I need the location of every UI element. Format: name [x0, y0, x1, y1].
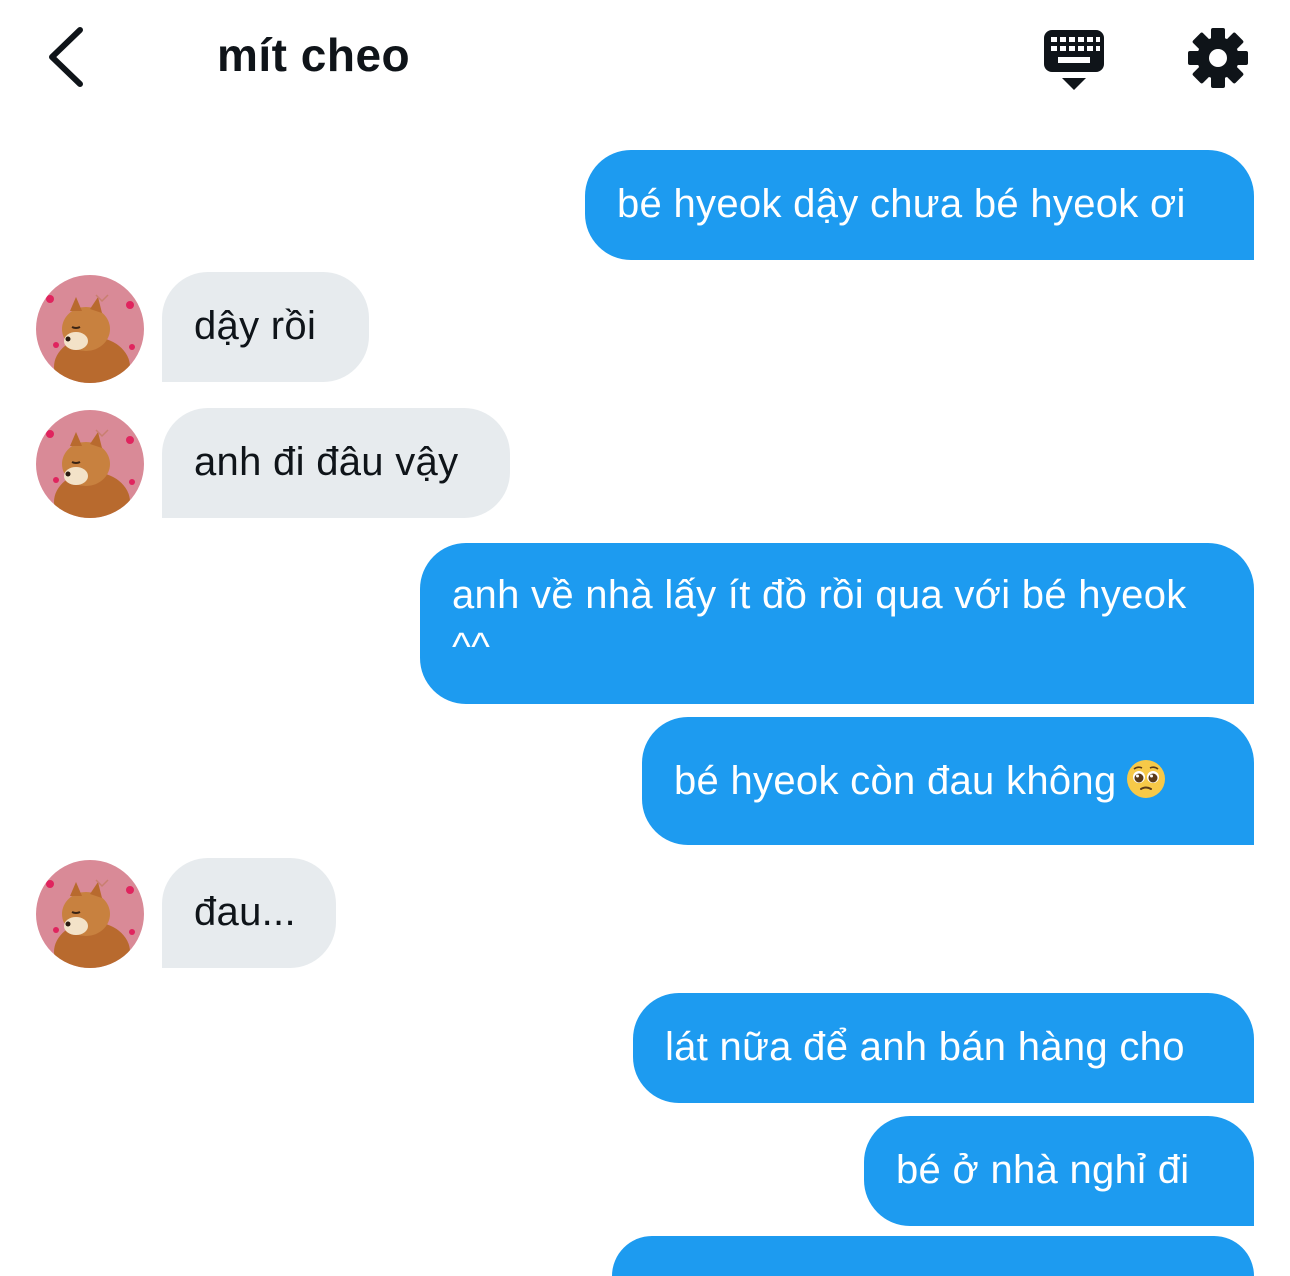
- gear-icon: [1188, 28, 1248, 88]
- settings-button[interactable]: [1184, 24, 1252, 92]
- incoming-message-bubble[interactable]: đau...: [162, 858, 336, 968]
- message-text: bé hyeok còn đau không: [674, 759, 1117, 803]
- outgoing-message-bubble[interactable]: bé hyeok còn đau không: [642, 717, 1254, 845]
- keyboard-icon: [1044, 30, 1104, 90]
- avatar[interactable]: [36, 410, 144, 518]
- message-text: đau...: [194, 890, 296, 934]
- keyboard-button[interactable]: [1038, 24, 1112, 94]
- shiba-dog-avatar-icon: [36, 860, 144, 968]
- incoming-message-bubble[interactable]: dậy rồi: [162, 272, 369, 382]
- avatar[interactable]: [36, 860, 144, 968]
- outgoing-message-bubble[interactable]: lát nữa để anh bán hàng cho: [633, 993, 1254, 1103]
- avatar[interactable]: [36, 275, 144, 383]
- message-text: anh đi đâu vậy: [194, 440, 459, 484]
- outgoing-message-bubble[interactable]: anh về nhà lấy ít đồ rồi qua với bé hyeo…: [420, 543, 1254, 704]
- conversation-title[interactable]: mít cheo: [217, 28, 410, 82]
- message-text: bé ở nhà nghỉ đi: [896, 1148, 1190, 1192]
- shiba-dog-avatar-icon: [36, 275, 144, 383]
- message-text: dậy rồi: [194, 304, 317, 348]
- chevron-left-icon: [49, 27, 83, 87]
- message-text: lát nữa để anh bán hàng cho: [665, 1025, 1185, 1069]
- message-text: bé hyeok dậy chưa bé hyeok ơi: [617, 182, 1186, 226]
- outgoing-message-bubble[interactable]: bé hyeok dậy chưa bé hyeok ơi: [585, 150, 1254, 260]
- incoming-message-bubble[interactable]: anh đi đâu vậy: [162, 408, 510, 518]
- back-button[interactable]: [36, 20, 96, 94]
- outgoing-message-bubble[interactable]: bé ở nhà nghỉ đi: [864, 1116, 1254, 1226]
- message-text: anh về nhà lấy ít đồ rồi qua với bé hyeo…: [452, 573, 1187, 669]
- outgoing-message-bubble-partial[interactable]: [612, 1236, 1254, 1276]
- pleading-face-icon: [1126, 760, 1165, 799]
- chat-header: mít cheo: [0, 0, 1290, 115]
- shiba-dog-avatar-icon: [36, 410, 144, 518]
